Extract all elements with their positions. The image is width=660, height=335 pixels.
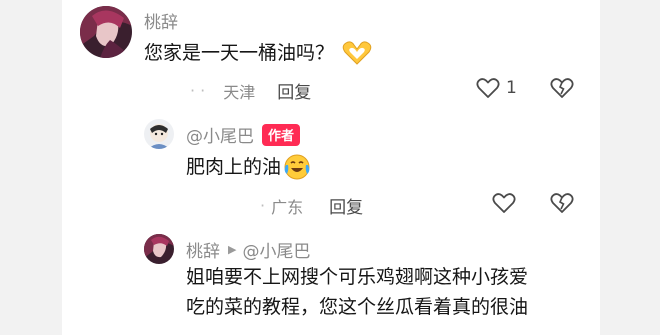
comment-text-line: 吃的菜的教程，您这个丝瓜看着真的很油 (186, 296, 529, 318)
author-header: @小尾巴 作者 (186, 122, 301, 147)
avatar-taoci[interactable] (144, 234, 174, 264)
like-count: 1 (506, 78, 517, 98)
location-label: 广东 (271, 197, 304, 217)
reply-arrow-icon: ▶ (228, 243, 237, 256)
crying-laughing-emoji-icon (283, 153, 311, 181)
location-prefix: · · (190, 81, 206, 100)
heart-hands-emoji-icon (342, 40, 372, 66)
comment-text: 您家是一天一桶油吗？ (144, 38, 372, 68)
comment-meta-row: · · 天津 回复 (190, 78, 311, 103)
broken-heart-icon (550, 192, 574, 214)
author-badge: 作者 (262, 123, 301, 146)
like-button[interactable]: 1 (476, 77, 517, 99)
dislike-button[interactable] (550, 77, 574, 103)
comment-username[interactable]: 桃辞 (186, 237, 220, 262)
comment-meta-row: · 广东 回复 (260, 193, 363, 218)
comment-text-content: 肥肉上的油 (186, 156, 282, 178)
comment-panel: 桃辞 您家是一天一桶油吗？ · · 天津 回复 1 @小尾巴 作者 肥肉上的油 … (62, 0, 600, 335)
comment-username[interactable]: 桃辞 (144, 8, 178, 33)
comment-username[interactable]: @小尾巴 (186, 122, 254, 147)
like-button[interactable] (492, 192, 516, 218)
comment-text: 姐咱要不上网搜个可乐鸡翅啊这种小孩爱 吃的菜的教程，您这个丝瓜看着真的很油 (186, 262, 606, 322)
broken-heart-icon (550, 77, 574, 99)
heart-outline-icon (492, 192, 516, 214)
location-label: 天津 (223, 82, 256, 102)
dislike-button[interactable] (550, 192, 574, 218)
reply-to-username[interactable]: @小尾巴 (242, 237, 310, 262)
comment-text-content: 您家是一天一桶油吗？ (144, 42, 335, 64)
reply-button[interactable]: 回复 (277, 78, 311, 103)
comment-text-line: 姐咱要不上网搜个可乐鸡翅啊这种小孩爱 (186, 266, 529, 288)
heart-outline-icon (476, 77, 500, 99)
avatar-xiaoweiba[interactable] (144, 119, 174, 149)
reply-button[interactable]: 回复 (329, 193, 363, 218)
location-prefix: · (260, 196, 266, 215)
avatar-taoci[interactable] (80, 6, 132, 58)
reply-header: 桃辞 ▶ @小尾巴 (186, 237, 310, 262)
comment-text: 肥肉上的油 (186, 152, 311, 182)
